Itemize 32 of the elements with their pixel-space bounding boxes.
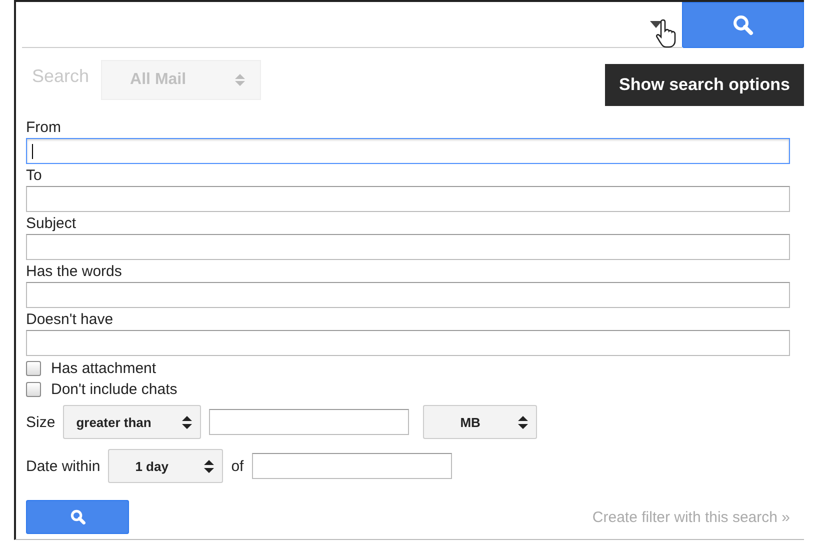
- date-label: Date within: [26, 458, 100, 474]
- text-field[interactable]: [26, 330, 790, 356]
- search-icon: [732, 14, 754, 36]
- date-range-select[interactable]: 1 day: [108, 449, 224, 483]
- field-label: Doesn't have: [26, 310, 114, 330]
- updown-icon: [204, 460, 214, 472]
- checkbox[interactable]: [26, 382, 41, 397]
- dropdown-caret-icon[interactable]: [650, 21, 662, 28]
- search-button[interactable]: [26, 500, 129, 534]
- of-label: of: [231, 458, 244, 474]
- size-field[interactable]: [209, 409, 410, 435]
- size-label: Size: [26, 414, 56, 430]
- updown-icon: [234, 73, 246, 87]
- tooltip: Show search options: [605, 64, 804, 106]
- search-icon: [70, 509, 86, 525]
- text-field[interactable]: [26, 186, 790, 212]
- date-field[interactable]: [252, 453, 452, 479]
- size-unit-select[interactable]: MB: [423, 405, 538, 439]
- updown-icon: [518, 416, 528, 428]
- text-field[interactable]: [26, 234, 790, 260]
- text-field[interactable]: [26, 282, 790, 308]
- field-label: To: [26, 166, 43, 186]
- field-label: Subject: [26, 214, 78, 234]
- size-operator-select[interactable]: greater than: [63, 405, 202, 439]
- field-label: From: [26, 118, 62, 138]
- field-label: Has the words: [26, 262, 123, 282]
- updown-icon: [182, 416, 192, 428]
- checkbox[interactable]: [26, 361, 41, 376]
- checkbox-label: Don't include chats: [51, 380, 178, 400]
- checkbox-label: Has attachment: [51, 359, 156, 379]
- search-button[interactable]: [682, 2, 804, 48]
- text-field[interactable]: [26, 138, 790, 164]
